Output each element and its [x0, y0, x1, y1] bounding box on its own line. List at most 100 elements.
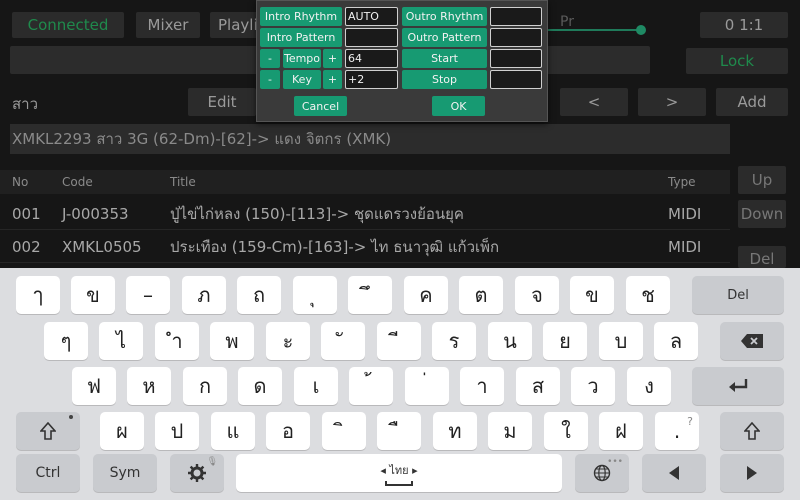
playlist-button[interactable]: Playlist [210, 12, 258, 38]
key-char[interactable]: ท [433, 412, 477, 450]
key-char[interactable]: ฟ [72, 367, 116, 405]
edit-button[interactable]: Edit [188, 88, 256, 116]
ok-button[interactable]: OK [432, 96, 485, 116]
key-char[interactable]: ห [127, 367, 171, 405]
key-char[interactable]: พ [210, 322, 254, 360]
tempo-plus-button[interactable]: + [323, 49, 342, 68]
key-char[interactable]: ้ [349, 367, 393, 405]
outro-rhythm-button[interactable]: Outro Rhythm [402, 7, 487, 26]
up-button[interactable]: Up [738, 166, 786, 194]
key-char[interactable]: เ [294, 367, 338, 405]
next-button[interactable]: > [638, 88, 706, 116]
key-char[interactable]: ก [183, 367, 227, 405]
key-char[interactable]: ๅ [16, 276, 60, 314]
mixer-button[interactable]: Mixer [136, 12, 200, 38]
outro-pattern-button[interactable]: Outro Pattern [402, 28, 487, 47]
key-plus-button[interactable]: + [323, 70, 342, 89]
enter-key[interactable] [692, 367, 784, 405]
start-button[interactable]: Start [402, 49, 487, 68]
tempo-minus-button[interactable]: - [260, 49, 280, 68]
key-char[interactable]: ำ [155, 322, 199, 360]
intro-rhythm-field[interactable]: AUTO [345, 7, 398, 26]
key-char[interactable]: ล [654, 322, 698, 360]
stop-field[interactable] [490, 70, 542, 89]
key-char[interactable]: ส [516, 367, 560, 405]
key-char[interactable]: – [126, 276, 170, 314]
row-code: J-000353 [62, 204, 129, 223]
lock-button[interactable]: Lock [686, 48, 788, 74]
down-button[interactable]: Down [738, 200, 786, 228]
key-char[interactable]: ช [626, 276, 670, 314]
shift-key-left[interactable] [16, 412, 80, 450]
key-char[interactable]: ต [459, 276, 503, 314]
key-char[interactable]: ื [377, 412, 421, 450]
key-char[interactable]: ี [377, 322, 421, 360]
key-field[interactable]: +2 [345, 70, 398, 89]
add-button[interactable]: Add [716, 88, 788, 116]
tempo-button[interactable]: Tempo [283, 49, 321, 68]
key-char[interactable]: ม [488, 412, 532, 450]
prev-button[interactable]: < [560, 88, 628, 116]
slider-track[interactable] [548, 29, 638, 31]
space-key[interactable]: ◂ ไทย ▸ [236, 454, 562, 492]
start-field[interactable] [490, 49, 542, 68]
stop-button[interactable]: Stop [402, 70, 487, 89]
backspace-key[interactable] [720, 322, 784, 360]
key-char[interactable]: ่ [405, 367, 449, 405]
key-button[interactable]: Key [283, 70, 321, 89]
slider-handle[interactable] [636, 25, 646, 35]
key-char[interactable]: ึ [348, 276, 392, 314]
key-char[interactable]: ว [571, 367, 615, 405]
right-arrow-key[interactable] [720, 454, 784, 492]
key-char[interactable]: ภ [182, 276, 226, 314]
outro-rhythm-field[interactable] [490, 7, 542, 26]
key-char[interactable]: ถ [237, 276, 281, 314]
key-char[interactable]: ข [71, 276, 115, 314]
key-char[interactable]: แ [211, 412, 255, 450]
key-char[interactable]: บ [599, 322, 643, 360]
shift-key-right[interactable] [720, 412, 784, 450]
key-minus-button[interactable]: - [260, 70, 280, 89]
key-hint: ? [687, 415, 693, 428]
cancel-button[interactable]: Cancel [294, 96, 347, 116]
intro-rhythm-button[interactable]: Intro Rhythm [260, 7, 342, 26]
left-arrow-key[interactable] [642, 454, 706, 492]
sym-key[interactable]: Sym [93, 454, 157, 492]
key-char[interactable]: า [460, 367, 504, 405]
table-row[interactable]: 002 XMKL0505 ประเทือง (159-Cm)-[163]-> ไ… [0, 231, 730, 263]
key-char[interactable]: ด [238, 367, 282, 405]
del-key[interactable]: Del [692, 276, 784, 314]
key-char[interactable]: ะ [266, 322, 310, 360]
settings-key[interactable]: 🎙 [170, 454, 224, 492]
key-char[interactable]: ุ [293, 276, 337, 314]
key-char[interactable]: ฝ [599, 412, 643, 450]
key-punct[interactable]: ? . [655, 412, 699, 450]
key-char[interactable]: อ [266, 412, 310, 450]
col-type: Type [668, 175, 696, 189]
intro-pattern-button[interactable]: Intro Pattern [260, 28, 342, 47]
ctrl-key[interactable]: Ctrl [16, 454, 80, 492]
intro-pattern-field[interactable] [345, 28, 398, 47]
col-no: No [12, 175, 29, 189]
tempo-field[interactable]: 64 [345, 49, 398, 68]
key-char[interactable]: ย [543, 322, 587, 360]
key-char[interactable]: ค [404, 276, 448, 314]
key-char[interactable]: ป [155, 412, 199, 450]
key-char[interactable]: ๆ [44, 322, 88, 360]
key-char[interactable]: ผ [100, 412, 144, 450]
key-char[interactable]: ั [321, 322, 365, 360]
key-char[interactable]: ไ [99, 322, 143, 360]
key-char[interactable]: ใ [544, 412, 588, 450]
key-char[interactable]: ร [432, 322, 476, 360]
key-char[interactable]: น [488, 322, 532, 360]
key-char[interactable]: จ [515, 276, 559, 314]
globe-key[interactable]: ••• [575, 454, 629, 492]
del-button[interactable]: Del [738, 246, 786, 268]
connected-button[interactable]: Connected [12, 12, 124, 38]
key-char[interactable]: ข [570, 276, 614, 314]
outro-pattern-field[interactable] [490, 28, 542, 47]
search-query[interactable]: สาว [12, 92, 38, 116]
key-char[interactable]: ิ [322, 412, 366, 450]
table-row[interactable]: 001 J-000353 ปู่ไข่ไก่หลง (150)-[113]-> … [0, 198, 730, 230]
key-char[interactable]: ง [627, 367, 671, 405]
